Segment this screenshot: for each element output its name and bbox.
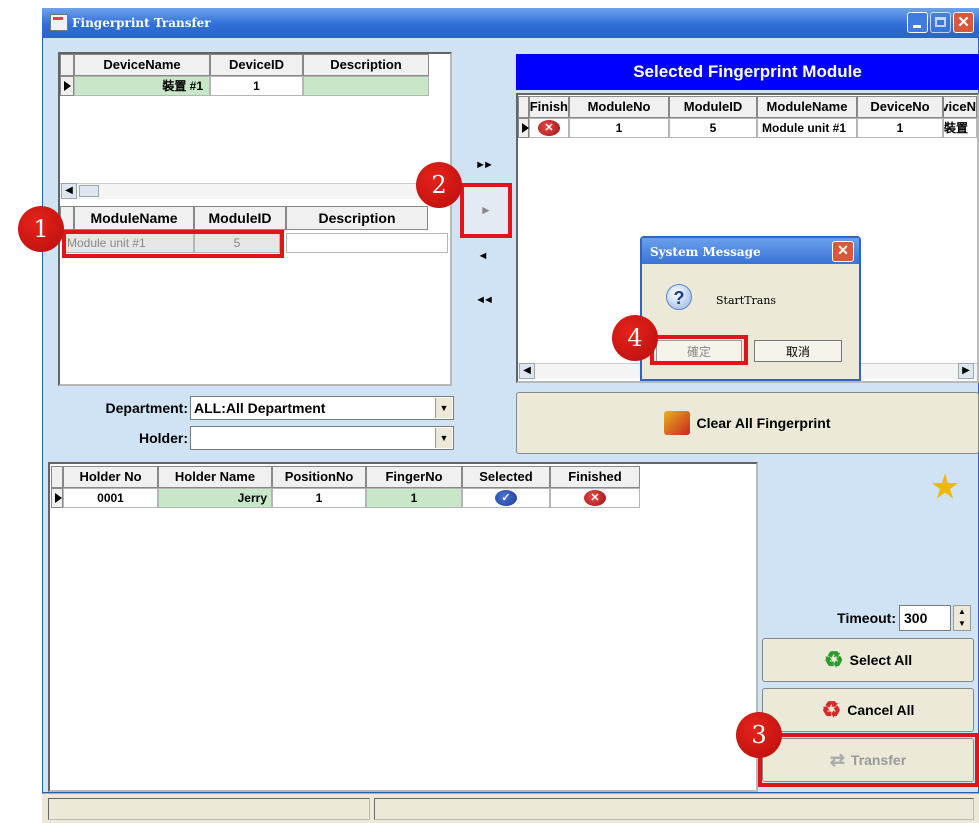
sel-row-moduleno[interactable]: 1 (569, 118, 669, 138)
recycle-green-icon: ♻ (823, 647, 844, 672)
error-x-icon: ✕ (538, 120, 560, 136)
close-button[interactable]: ✕ (953, 12, 974, 33)
holder-row-position[interactable]: 1 (272, 488, 366, 508)
dialog-message: StartTrans (716, 294, 777, 307)
sel-row-finish[interactable]: ✕ (529, 118, 569, 138)
holder-col-position[interactable]: PositionNo (272, 466, 366, 488)
holder-col-finger[interactable]: FingerNo (366, 466, 462, 488)
clear-all-fingerprint-button[interactable]: Clear All Fingerprint (516, 392, 979, 454)
move-right-button[interactable]: ► (460, 183, 512, 238)
status-panel-2 (374, 798, 974, 820)
device-row-name[interactable]: 裝置 #1 (74, 76, 210, 96)
holder-row-no[interactable]: 0001 (63, 488, 158, 508)
timeout-label: Timeout: (837, 610, 896, 626)
selected-panel-title: Selected Fingerprint Module (516, 54, 979, 90)
holder-row-name[interactable]: Jerry (158, 488, 272, 508)
running-man-icon: ★ (931, 471, 959, 504)
callout-2: 2 (416, 162, 462, 208)
callout-1: 1 (18, 206, 64, 252)
clear-fingerprint-icon (664, 411, 691, 435)
recycle-red-icon: ♻ (821, 697, 842, 722)
row-header-corner (60, 54, 74, 76)
status-bar (42, 793, 979, 823)
module-col-id[interactable]: ModuleID (194, 206, 286, 230)
module-row-description[interactable] (286, 233, 448, 253)
holder-row-pointer-icon (51, 488, 63, 508)
cancel-all-button[interactable]: ♻ Cancel All (762, 688, 974, 732)
dialog-title-bar: System Message ✕ (642, 238, 859, 264)
device-hscrollbar[interactable] (60, 183, 450, 199)
highlight-ok-button (650, 335, 748, 365)
callout-3: 3 (736, 712, 782, 758)
check-icon: ✓ (495, 490, 517, 506)
sel-row-devicename[interactable]: 裝置 (943, 118, 977, 138)
dialog-close-button[interactable]: ✕ (832, 241, 854, 262)
highlight-transfer-button (758, 733, 979, 787)
question-icon: ? (666, 284, 692, 310)
cancel-all-label: Cancel All (847, 702, 915, 718)
holder-col-no[interactable]: Holder No (63, 466, 158, 488)
sel-scroll-right-icon[interactable]: ▶ (958, 363, 974, 379)
chevron-down-icon[interactable]: ▼ (435, 428, 452, 448)
move-all-right-button[interactable]: ►► (472, 157, 494, 173)
row-pointer-icon (60, 76, 74, 96)
highlight-module-row (62, 230, 284, 258)
holder-col-selected[interactable]: Selected (462, 466, 550, 488)
holder-row-finger[interactable]: 1 (366, 488, 462, 508)
department-label: Department: (105, 400, 188, 416)
device-row-id[interactable]: 1 (210, 76, 303, 96)
scroll-thumb[interactable] (79, 185, 99, 197)
error-x-icon: ✕ (584, 490, 606, 506)
sel-row-header-corner (518, 96, 529, 118)
sel-col-deviceno[interactable]: DeviceNo (857, 96, 943, 118)
select-all-label: Select All (849, 652, 913, 668)
title-bar: Fingerprint Transfer ✕ (42, 8, 979, 38)
sel-col-moduleid[interactable]: ModuleID (669, 96, 757, 118)
clear-all-label: Clear All Fingerprint (696, 415, 831, 431)
sel-row-pointer-icon (518, 118, 529, 138)
dialog-cancel-button[interactable]: 取消 (754, 340, 842, 362)
holder-row-header-corner (51, 466, 63, 488)
minimize-button[interactable] (907, 12, 928, 33)
department-select[interactable]: ALL:All Department ▼ (190, 396, 454, 420)
device-col-description[interactable]: Description (303, 54, 429, 76)
sel-row-deviceno[interactable]: 1 (857, 118, 943, 138)
app-icon (50, 14, 68, 31)
chevron-down-icon[interactable]: ▼ (435, 398, 452, 418)
dialog-title: System Message (650, 245, 761, 259)
sel-col-finish[interactable]: Finish (529, 96, 569, 118)
holder-panel (48, 462, 758, 792)
move-all-left-button[interactable]: ◄◄ (472, 292, 494, 308)
holder-row-finished[interactable]: ✕ (550, 488, 640, 508)
scroll-left-icon[interactable]: ◀ (61, 183, 77, 199)
module-col-description[interactable]: Description (286, 206, 428, 230)
holder-col-name[interactable]: Holder Name (158, 466, 272, 488)
status-panel-1 (48, 798, 370, 820)
device-row-description[interactable] (303, 76, 429, 96)
holder-select[interactable]: ▼ (190, 426, 454, 450)
module-col-name[interactable]: ModuleName (74, 206, 194, 230)
holder-col-finished[interactable]: Finished (550, 466, 640, 488)
callout-4: 4 (612, 315, 658, 361)
device-col-name[interactable]: DeviceName (74, 54, 210, 76)
timeout-input[interactable]: 300 (899, 605, 951, 631)
window-title: Fingerprint Transfer (72, 16, 211, 30)
holder-row-selected[interactable]: ✓ (462, 488, 550, 508)
holder-label: Holder: (139, 430, 188, 446)
select-all-button[interactable]: ♻ Select All (762, 638, 974, 682)
department-value: ALL:All Department (194, 400, 326, 416)
sel-col-moduleno[interactable]: ModuleNo (569, 96, 669, 118)
sel-col-modulename[interactable]: ModuleName (757, 96, 857, 118)
sel-row-moduleid[interactable]: 5 (669, 118, 757, 138)
sel-scroll-left-icon[interactable]: ◀ (519, 363, 535, 379)
timeout-spinner[interactable]: ▲ ▼ (953, 605, 971, 631)
sel-col-devicename[interactable]: DeviceN (943, 96, 977, 118)
maximize-button[interactable] (930, 12, 951, 33)
device-col-id[interactable]: DeviceID (210, 54, 303, 76)
move-left-button[interactable]: ◄ (472, 248, 494, 264)
sel-row-modulename[interactable]: Module unit #1 (757, 118, 857, 138)
